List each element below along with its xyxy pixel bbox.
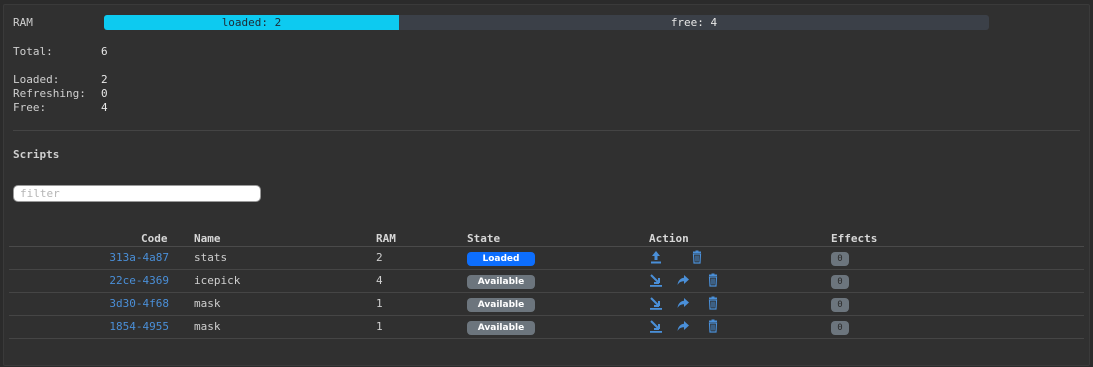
table-row: 22ce-4369 icepick 4 Available 0 [9, 270, 1084, 293]
share-icon[interactable] [676, 319, 690, 333]
ram-label: RAM [13, 16, 33, 29]
column-header-action: Action [649, 232, 689, 245]
trash-icon[interactable] [706, 273, 720, 287]
loaded-label: Loaded: [13, 73, 60, 86]
refreshing-value: 0 [101, 87, 108, 100]
effects-cell: 0 [831, 251, 849, 266]
table-row: 3d30-4f68 mask 1 Available 0 [9, 293, 1084, 316]
state-badge: Available [467, 298, 535, 312]
ram-scripts-panel: RAM loaded: 2 free: 4 Total: 6 Loaded: 2… [3, 4, 1090, 366]
state-cell: Loaded [467, 251, 535, 266]
script-ram: 1 [376, 297, 383, 310]
state-badge: Loaded [467, 252, 535, 266]
script-ram: 1 [376, 320, 383, 333]
section-divider [13, 130, 1080, 131]
effects-cell: 0 [831, 297, 849, 312]
table-header: Code Name RAM State Action Effects [9, 230, 1084, 247]
scripts-table: Code Name RAM State Action Effects 313a-… [9, 230, 1084, 339]
script-code-link[interactable]: 22ce-4369 [69, 274, 169, 287]
script-name: icepick [194, 274, 241, 287]
trash-icon[interactable] [706, 319, 720, 333]
action-cell [649, 319, 726, 333]
state-cell: Available [467, 297, 535, 312]
share-icon[interactable] [676, 296, 690, 310]
script-code-link[interactable]: 3d30-4f68 [69, 297, 169, 310]
script-code-link[interactable]: 1854-4955 [69, 320, 169, 333]
script-code-link[interactable]: 313a-4a87 [69, 251, 169, 264]
total-value: 6 [101, 45, 108, 58]
scripts-heading: Scripts [13, 148, 60, 161]
state-cell: Available [467, 274, 535, 289]
share-icon[interactable] [676, 273, 690, 287]
effects-cell: 0 [831, 274, 849, 289]
script-name: mask [194, 320, 221, 333]
table-row: 313a-4a87 stats 2 Loaded 0 [9, 247, 1084, 270]
column-header-name[interactable]: Name [194, 232, 221, 245]
load-icon[interactable] [649, 319, 663, 333]
effects-count-badge: 0 [831, 252, 849, 266]
total-label: Total: [13, 45, 53, 58]
state-badge: Available [467, 321, 535, 335]
refreshing-label: Refreshing: [13, 87, 86, 100]
effects-count-badge: 0 [831, 298, 849, 312]
state-badge: Available [467, 275, 535, 289]
filter-input[interactable] [13, 185, 261, 202]
column-header-ram[interactable]: RAM [376, 232, 396, 245]
script-ram: 4 [376, 274, 383, 287]
action-cell [649, 250, 710, 264]
script-name: mask [194, 297, 221, 310]
column-header-state[interactable]: State [467, 232, 500, 245]
script-ram: 2 [376, 251, 383, 264]
load-icon[interactable] [649, 296, 663, 310]
loaded-value: 2 [101, 73, 108, 86]
state-cell: Available [467, 320, 535, 335]
action-cell [649, 273, 726, 287]
effects-count-badge: 0 [831, 275, 849, 289]
effects-count-badge: 0 [831, 321, 849, 335]
action-cell [649, 296, 726, 310]
column-header-effects: Effects [831, 232, 878, 245]
free-value: 4 [101, 101, 108, 114]
unload-icon[interactable] [649, 250, 663, 264]
free-label: Free: [13, 101, 47, 114]
column-header-code[interactable]: Code [141, 232, 168, 245]
ram-usage-bar: loaded: 2 free: 4 [104, 15, 989, 30]
trash-icon[interactable] [706, 296, 720, 310]
effects-cell: 0 [831, 320, 849, 335]
load-icon[interactable] [649, 273, 663, 287]
table-row: 1854-4955 mask 1 Available 0 [9, 316, 1084, 339]
script-name: stats [194, 251, 228, 264]
ram-loaded-segment: loaded: 2 [104, 15, 399, 30]
trash-icon[interactable] [690, 250, 704, 264]
ram-free-segment: free: 4 [670, 16, 718, 29]
